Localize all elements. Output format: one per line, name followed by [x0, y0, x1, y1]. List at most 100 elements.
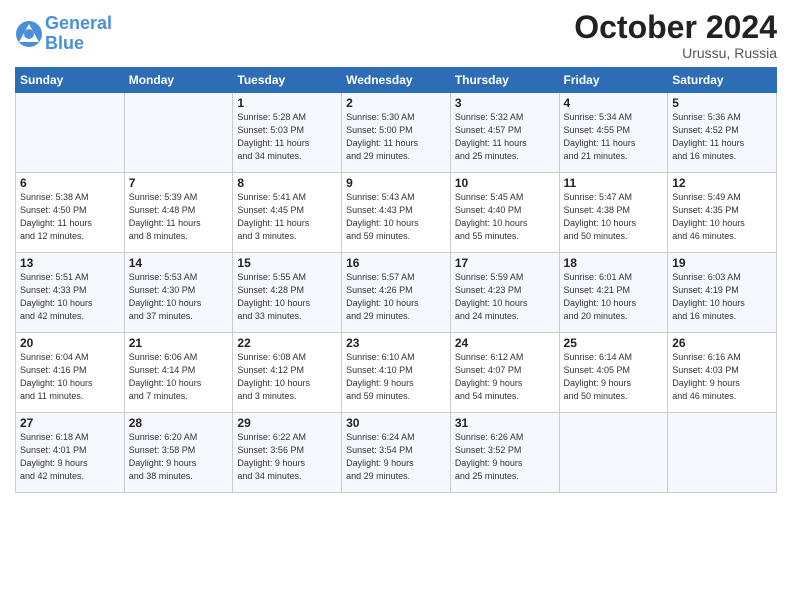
day-info: Sunrise: 6:12 AM Sunset: 4:07 PM Dayligh…: [455, 351, 555, 403]
day-cell: 30Sunrise: 6:24 AM Sunset: 3:54 PM Dayli…: [342, 413, 451, 493]
day-number: 9: [346, 176, 446, 190]
day-cell: 7Sunrise: 5:39 AM Sunset: 4:48 PM Daylig…: [124, 173, 233, 253]
col-sat: Saturday: [668, 68, 777, 93]
day-cell: 23Sunrise: 6:10 AM Sunset: 4:10 PM Dayli…: [342, 333, 451, 413]
day-info: Sunrise: 6:08 AM Sunset: 4:12 PM Dayligh…: [237, 351, 337, 403]
day-cell: 6Sunrise: 5:38 AM Sunset: 4:50 PM Daylig…: [16, 173, 125, 253]
day-cell: 8Sunrise: 5:41 AM Sunset: 4:45 PM Daylig…: [233, 173, 342, 253]
day-info: Sunrise: 5:41 AM Sunset: 4:45 PM Dayligh…: [237, 191, 337, 243]
day-info: Sunrise: 5:57 AM Sunset: 4:26 PM Dayligh…: [346, 271, 446, 323]
day-cell: 3Sunrise: 5:32 AM Sunset: 4:57 PM Daylig…: [450, 93, 559, 173]
day-number: 26: [672, 336, 772, 350]
day-number: 10: [455, 176, 555, 190]
day-info: Sunrise: 5:47 AM Sunset: 4:38 PM Dayligh…: [564, 191, 664, 243]
day-cell: 24Sunrise: 6:12 AM Sunset: 4:07 PM Dayli…: [450, 333, 559, 413]
day-cell: 17Sunrise: 5:59 AM Sunset: 4:23 PM Dayli…: [450, 253, 559, 333]
col-thu: Thursday: [450, 68, 559, 93]
day-info: Sunrise: 5:43 AM Sunset: 4:43 PM Dayligh…: [346, 191, 446, 243]
day-number: 27: [20, 416, 120, 430]
day-number: 23: [346, 336, 446, 350]
day-cell: 4Sunrise: 5:34 AM Sunset: 4:55 PM Daylig…: [559, 93, 668, 173]
day-cell: 16Sunrise: 5:57 AM Sunset: 4:26 PM Dayli…: [342, 253, 451, 333]
day-number: 24: [455, 336, 555, 350]
day-info: Sunrise: 6:14 AM Sunset: 4:05 PM Dayligh…: [564, 351, 664, 403]
day-info: Sunrise: 6:18 AM Sunset: 4:01 PM Dayligh…: [20, 431, 120, 483]
day-info: Sunrise: 6:24 AM Sunset: 3:54 PM Dayligh…: [346, 431, 446, 483]
day-cell: 2Sunrise: 5:30 AM Sunset: 5:00 PM Daylig…: [342, 93, 451, 173]
week-row-4: 20Sunrise: 6:04 AM Sunset: 4:16 PM Dayli…: [16, 333, 777, 413]
col-wed: Wednesday: [342, 68, 451, 93]
day-cell: 31Sunrise: 6:26 AM Sunset: 3:52 PM Dayli…: [450, 413, 559, 493]
day-cell: [668, 413, 777, 493]
day-info: Sunrise: 6:26 AM Sunset: 3:52 PM Dayligh…: [455, 431, 555, 483]
col-mon: Monday: [124, 68, 233, 93]
day-number: 1: [237, 96, 337, 110]
day-cell: 21Sunrise: 6:06 AM Sunset: 4:14 PM Dayli…: [124, 333, 233, 413]
day-cell: 9Sunrise: 5:43 AM Sunset: 4:43 PM Daylig…: [342, 173, 451, 253]
day-cell: 13Sunrise: 5:51 AM Sunset: 4:33 PM Dayli…: [16, 253, 125, 333]
month-title: October 2024: [574, 10, 777, 45]
day-number: 20: [20, 336, 120, 350]
col-tue: Tuesday: [233, 68, 342, 93]
day-cell: 20Sunrise: 6:04 AM Sunset: 4:16 PM Dayli…: [16, 333, 125, 413]
day-number: 18: [564, 256, 664, 270]
logo-text2: Blue: [45, 34, 112, 54]
day-info: Sunrise: 5:59 AM Sunset: 4:23 PM Dayligh…: [455, 271, 555, 323]
day-number: 4: [564, 96, 664, 110]
day-cell: 5Sunrise: 5:36 AM Sunset: 4:52 PM Daylig…: [668, 93, 777, 173]
day-info: Sunrise: 6:16 AM Sunset: 4:03 PM Dayligh…: [672, 351, 772, 403]
week-row-5: 27Sunrise: 6:18 AM Sunset: 4:01 PM Dayli…: [16, 413, 777, 493]
day-cell: 1Sunrise: 5:28 AM Sunset: 5:03 PM Daylig…: [233, 93, 342, 173]
day-info: Sunrise: 5:39 AM Sunset: 4:48 PM Dayligh…: [129, 191, 229, 243]
day-number: 5: [672, 96, 772, 110]
day-info: Sunrise: 5:51 AM Sunset: 4:33 PM Dayligh…: [20, 271, 120, 323]
logo-text: General: [45, 14, 112, 34]
day-number: 2: [346, 96, 446, 110]
day-info: Sunrise: 5:49 AM Sunset: 4:35 PM Dayligh…: [672, 191, 772, 243]
day-number: 13: [20, 256, 120, 270]
col-fri: Friday: [559, 68, 668, 93]
day-number: 29: [237, 416, 337, 430]
day-cell: 10Sunrise: 5:45 AM Sunset: 4:40 PM Dayli…: [450, 173, 559, 253]
day-info: Sunrise: 5:36 AM Sunset: 4:52 PM Dayligh…: [672, 111, 772, 163]
week-row-1: 1Sunrise: 5:28 AM Sunset: 5:03 PM Daylig…: [16, 93, 777, 173]
day-info: Sunrise: 5:28 AM Sunset: 5:03 PM Dayligh…: [237, 111, 337, 163]
day-info: Sunrise: 5:30 AM Sunset: 5:00 PM Dayligh…: [346, 111, 446, 163]
day-info: Sunrise: 6:04 AM Sunset: 4:16 PM Dayligh…: [20, 351, 120, 403]
day-cell: 25Sunrise: 6:14 AM Sunset: 4:05 PM Dayli…: [559, 333, 668, 413]
day-number: 22: [237, 336, 337, 350]
day-cell: 22Sunrise: 6:08 AM Sunset: 4:12 PM Dayli…: [233, 333, 342, 413]
day-cell: 14Sunrise: 5:53 AM Sunset: 4:30 PM Dayli…: [124, 253, 233, 333]
day-cell: 12Sunrise: 5:49 AM Sunset: 4:35 PM Dayli…: [668, 173, 777, 253]
day-info: Sunrise: 6:06 AM Sunset: 4:14 PM Dayligh…: [129, 351, 229, 403]
logo: General Blue: [15, 14, 112, 54]
day-number: 15: [237, 256, 337, 270]
day-number: 17: [455, 256, 555, 270]
day-number: 25: [564, 336, 664, 350]
day-info: Sunrise: 6:03 AM Sunset: 4:19 PM Dayligh…: [672, 271, 772, 323]
day-cell: 29Sunrise: 6:22 AM Sunset: 3:56 PM Dayli…: [233, 413, 342, 493]
day-cell: 26Sunrise: 6:16 AM Sunset: 4:03 PM Dayli…: [668, 333, 777, 413]
day-cell: [124, 93, 233, 173]
day-number: 19: [672, 256, 772, 270]
day-cell: 27Sunrise: 6:18 AM Sunset: 4:01 PM Dayli…: [16, 413, 125, 493]
day-number: 7: [129, 176, 229, 190]
day-number: 12: [672, 176, 772, 190]
day-number: 3: [455, 96, 555, 110]
day-cell: 19Sunrise: 6:03 AM Sunset: 4:19 PM Dayli…: [668, 253, 777, 333]
day-info: Sunrise: 6:22 AM Sunset: 3:56 PM Dayligh…: [237, 431, 337, 483]
day-cell: 28Sunrise: 6:20 AM Sunset: 3:58 PM Dayli…: [124, 413, 233, 493]
day-cell: 11Sunrise: 5:47 AM Sunset: 4:38 PM Dayli…: [559, 173, 668, 253]
day-info: Sunrise: 6:20 AM Sunset: 3:58 PM Dayligh…: [129, 431, 229, 483]
day-number: 6: [20, 176, 120, 190]
day-number: 30: [346, 416, 446, 430]
day-info: Sunrise: 5:38 AM Sunset: 4:50 PM Dayligh…: [20, 191, 120, 243]
header: General Blue October 2024 Urussu, Russia: [15, 10, 777, 61]
day-info: Sunrise: 5:32 AM Sunset: 4:57 PM Dayligh…: [455, 111, 555, 163]
day-info: Sunrise: 6:01 AM Sunset: 4:21 PM Dayligh…: [564, 271, 664, 323]
day-cell: [16, 93, 125, 173]
week-row-3: 13Sunrise: 5:51 AM Sunset: 4:33 PM Dayli…: [16, 253, 777, 333]
day-number: 28: [129, 416, 229, 430]
day-number: 16: [346, 256, 446, 270]
col-sun: Sunday: [16, 68, 125, 93]
